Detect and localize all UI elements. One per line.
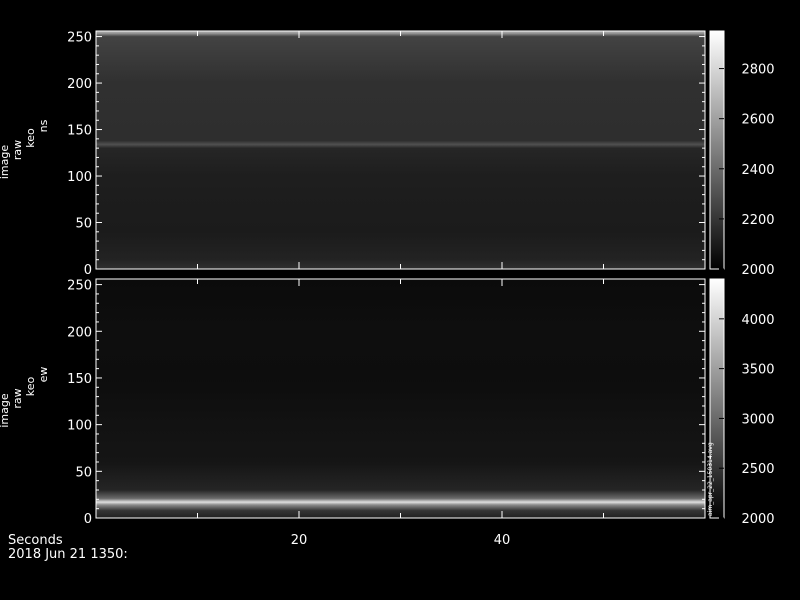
y-tick-label: 100 xyxy=(67,170,92,185)
y-axis-label-word: ns xyxy=(37,119,50,132)
y-tick-label: 200 xyxy=(67,325,92,340)
heatmap-ns xyxy=(96,31,705,269)
y-tick-label: 250 xyxy=(67,31,92,46)
y-tick-label: 150 xyxy=(67,124,92,139)
side-note-text: aim_apr_22_150314.avg xyxy=(707,442,714,516)
y-tick-label: 0 xyxy=(84,263,92,278)
x-axis-title: Seconds xyxy=(8,533,63,548)
colorbar-tick-label: 2600 xyxy=(741,113,774,128)
keogram-figure: 050100150200250 image rawkeons 2000220024… xyxy=(0,30,775,562)
colorbar-ticks-ns: 2000 2200 2400 2600 2800 xyxy=(719,63,775,278)
colorbar-ticks-ew: 2000 2500 3000 3500 4000 xyxy=(719,313,775,527)
colorbar-tick-label: 2500 xyxy=(741,462,774,477)
y-tick-label: 250 xyxy=(67,279,92,294)
x-tick-label: 20 xyxy=(291,533,308,548)
colorbar-tick-label: 3500 xyxy=(741,363,774,378)
y-axis-label-word: keo xyxy=(24,128,37,148)
y-tick-label: 150 xyxy=(67,372,92,387)
colorbar-tick-label: 3000 xyxy=(741,412,774,427)
colorbar-tick-label: 2200 xyxy=(741,213,774,228)
x-axis-tick-labels: 20 40 xyxy=(291,533,511,548)
y-axis-label-word: keo xyxy=(24,376,37,396)
y-tick-label: 100 xyxy=(67,419,92,434)
colorbar-tick-label: 2800 xyxy=(741,63,774,78)
y-tick-label: 50 xyxy=(75,217,92,232)
colorbar-tick-label: 4000 xyxy=(741,313,774,328)
colorbar-tick-label: 2400 xyxy=(741,163,774,178)
y-axis-label-word: image xyxy=(0,393,11,427)
y-axis-label-ew: image rawkeoew xyxy=(0,367,50,428)
y-axis-label-word: image xyxy=(0,145,11,179)
y-axis-label-word: ew xyxy=(37,367,50,383)
y-tick-label: 50 xyxy=(75,465,92,480)
colorbar-tick-label: 2000 xyxy=(741,263,774,278)
y-axis-label-word: raw xyxy=(11,140,24,160)
colorbar-tick-label: 2000 xyxy=(741,512,774,527)
y-tick-label: 0 xyxy=(84,512,92,527)
colorbar-ns xyxy=(709,30,725,270)
keogram-panel-ns: 0 50 100 150 200 250 image rawkeons 2000 2200 24… xyxy=(0,30,775,278)
date-label: 2018 Jun 21 1350: xyxy=(8,547,128,562)
y-axis-label-word: raw xyxy=(11,388,24,408)
keogram-panel-ew: 0 50 100 150 200 250 image rawkeoew 2000 2500 30… xyxy=(0,278,775,527)
x-tick-label: 40 xyxy=(494,533,511,548)
heatmap-ew xyxy=(96,279,705,518)
y-axis-label-ns: image rawkeons xyxy=(0,119,50,179)
y-tick-label: 200 xyxy=(67,77,92,92)
